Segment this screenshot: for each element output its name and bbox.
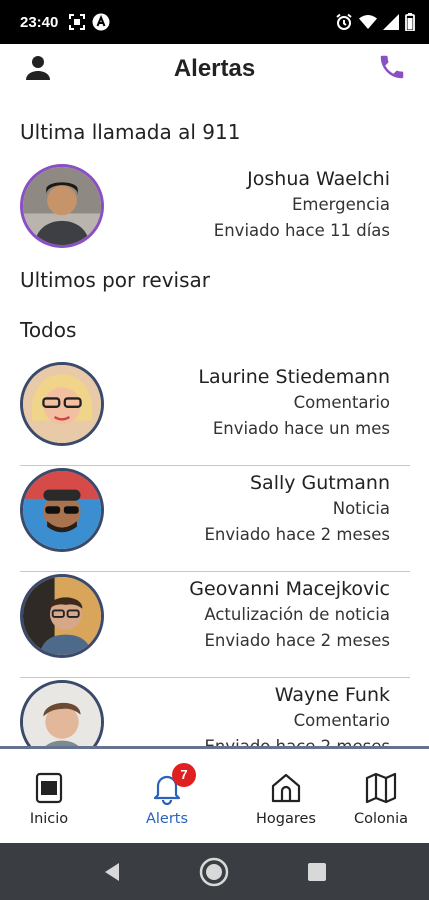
alert-name: Sally Gutmann bbox=[250, 472, 390, 494]
list-item[interactable]: Sally Gutmann Noticia Enviado hace 2 mes… bbox=[20, 468, 410, 572]
alert-sent-time: Enviado hace 2 meses bbox=[204, 525, 390, 544]
notification-badge: 7 bbox=[172, 763, 196, 787]
alerts-content[interactable]: Ultima llamada al 911 Joshua Waelchi Eme… bbox=[0, 94, 429, 746]
avatar bbox=[20, 468, 104, 552]
home-circle-icon[interactable] bbox=[199, 857, 229, 887]
alert-type: Comentario bbox=[293, 711, 390, 730]
battery-icon bbox=[405, 13, 415, 31]
status-time: 23:40 bbox=[20, 13, 59, 31]
last-call-item[interactable]: Joshua Waelchi Emergencia Enviado hace 1… bbox=[20, 164, 410, 268]
alert-type: Actulización de noticia bbox=[204, 605, 390, 624]
alert-type: Comentario bbox=[293, 393, 390, 412]
alert-name: Joshua Waelchi bbox=[247, 168, 390, 190]
alert-type: Emergencia bbox=[292, 195, 390, 214]
phone-icon[interactable] bbox=[377, 52, 407, 82]
nav-label: Inicio bbox=[29, 811, 69, 827]
house-icon bbox=[269, 771, 303, 805]
alert-type: Noticia bbox=[332, 499, 390, 518]
avatar bbox=[20, 680, 104, 746]
list-item[interactable]: Laurine Stiedemann Comentario Enviado ha… bbox=[20, 362, 410, 466]
system-navigation-bar bbox=[0, 843, 429, 900]
nav-item-colonia[interactable]: Colonia bbox=[336, 771, 426, 827]
profile-icon[interactable] bbox=[24, 54, 52, 82]
nav-label: Colonia bbox=[354, 811, 408, 827]
map-icon bbox=[364, 771, 398, 805]
pending-title: Ultimos por revisar bbox=[20, 268, 210, 292]
signal-icon bbox=[383, 14, 399, 30]
home-screen-icon bbox=[32, 771, 66, 805]
nav-label: Hogares bbox=[256, 811, 316, 827]
alert-name: Laurine Stiedemann bbox=[198, 366, 390, 388]
app-header: Alertas bbox=[0, 44, 429, 94]
list-item[interactable]: Wayne Funk Comentario Enviado hace 2 mes… bbox=[20, 680, 410, 746]
nav-item-inicio[interactable]: Inicio bbox=[4, 771, 94, 827]
alert-sent-time: Enviado hace 2 meses bbox=[204, 734, 390, 746]
nav-item-alerts[interactable]: 7 Alerts bbox=[122, 763, 212, 827]
bottom-navigation: Inicio 7 Alerts Hogares Colonia bbox=[0, 749, 429, 843]
status-bar: 23:40 bbox=[0, 0, 429, 44]
recents-icon[interactable] bbox=[302, 857, 332, 887]
alert-sent-time: Enviado hace 11 días bbox=[213, 221, 390, 240]
screenshot-icon bbox=[68, 13, 86, 31]
wifi-icon bbox=[359, 14, 377, 30]
page-title: Alertas bbox=[173, 55, 256, 82]
list-item[interactable]: Geovanni Macejkovic Actulización de noti… bbox=[20, 574, 410, 678]
alert-name: Geovanni Macejkovic bbox=[189, 578, 390, 600]
alert-sent-time: Enviado hace un mes bbox=[212, 419, 390, 438]
last-call-title: Ultima llamada al 911 bbox=[20, 120, 241, 144]
alert-sent-time: Enviado hace 2 meses bbox=[204, 631, 390, 650]
nav-label: Alerts bbox=[145, 811, 189, 827]
all-title: Todos bbox=[20, 318, 77, 342]
avatar bbox=[20, 574, 104, 658]
avatar bbox=[20, 362, 104, 446]
a-badge-icon bbox=[92, 13, 110, 31]
avatar bbox=[20, 164, 104, 248]
back-icon[interactable] bbox=[98, 857, 128, 887]
alert-name: Wayne Funk bbox=[274, 684, 390, 706]
alarm-icon bbox=[335, 13, 353, 31]
nav-item-hogares[interactable]: Hogares bbox=[241, 771, 331, 827]
